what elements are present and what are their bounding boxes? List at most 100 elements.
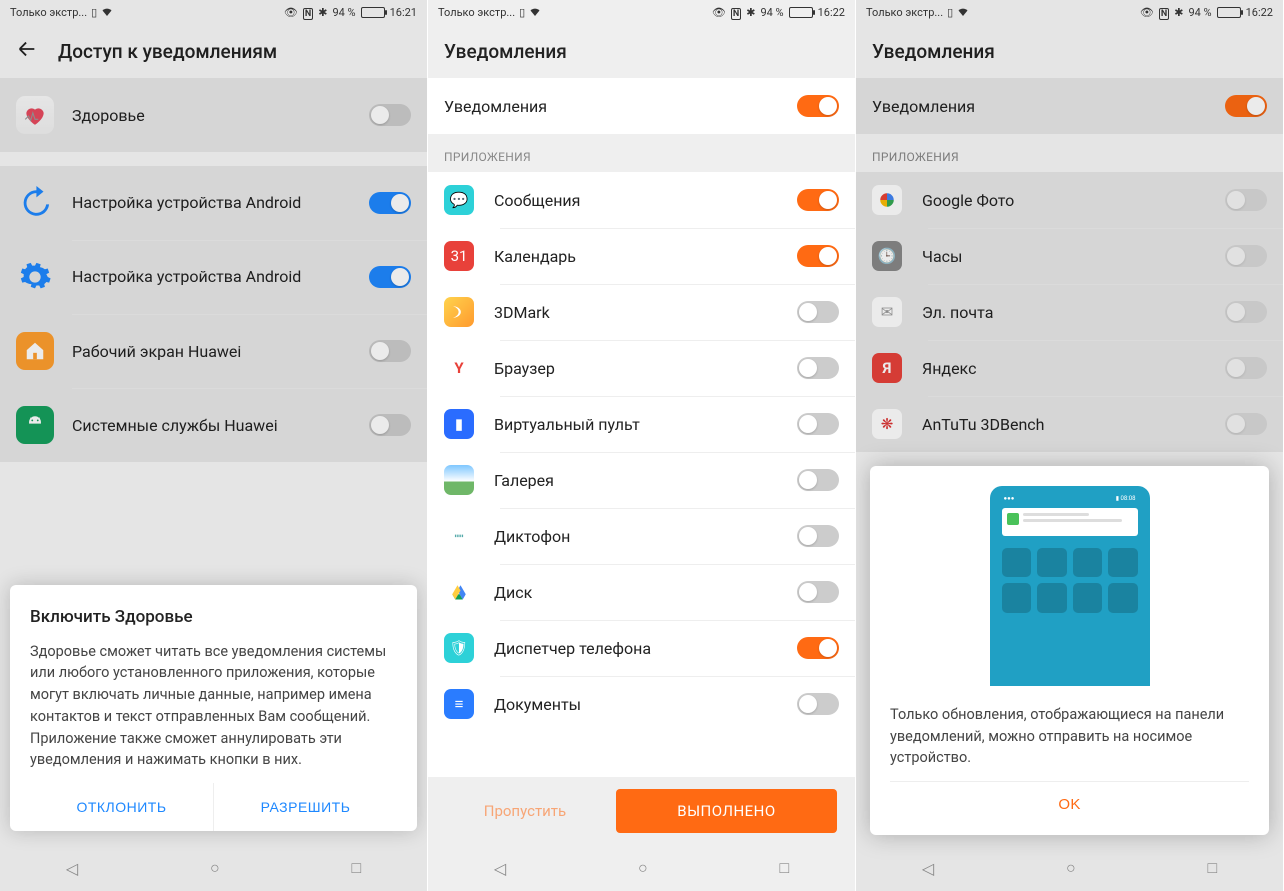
row-label: Рабочий экран Huawei (72, 342, 369, 361)
eye-icon: 👁 (712, 6, 726, 19)
done-button[interactable]: ВЫПОЛНЕНО (616, 789, 837, 833)
recorder-icon: ┉ (444, 521, 474, 551)
toggle[interactable] (369, 266, 411, 288)
app-row[interactable]: ✉Эл. почта (856, 284, 1283, 340)
section-apps: ПРИЛОЖЕНИЯ (856, 134, 1283, 172)
dialog-title: Включить Здоровье (30, 607, 397, 627)
screen-2-notifications: Только экстр... ▯ 👁 N ✱ 94 % 16:22 Уведо… (428, 0, 856, 891)
clock: 16:22 (1246, 6, 1273, 19)
yandex-icon: Я (872, 353, 902, 383)
toggle[interactable] (797, 413, 839, 435)
row-label: Диск (494, 583, 797, 602)
status-bar: Только экстр... ▯ 👁 N ✱ 94 % 16:22 (856, 0, 1283, 24)
app-row[interactable]: 💬Сообщения (428, 172, 855, 228)
app-row[interactable]: Google Фото (856, 172, 1283, 228)
info-dialog: ●●●▮ 08:08 Только обновления, отображающ… (870, 466, 1269, 835)
toggle[interactable] (797, 189, 839, 211)
row-label: Эл. почта (922, 303, 1225, 322)
master-toggle-row[interactable]: Уведомления (856, 78, 1283, 134)
dialog-body: Только обновления, отображающиеся на пан… (890, 704, 1249, 769)
allow-button[interactable]: РАЗРЕШИТЬ (213, 783, 397, 831)
toggle[interactable] (797, 581, 839, 603)
nfc-icon: N (1159, 6, 1169, 19)
drive-icon (444, 577, 474, 607)
carrier-label: Только экстр... (866, 6, 943, 19)
app-row-health[interactable]: Здоровье (0, 78, 427, 152)
app-row[interactable]: Галерея (428, 452, 855, 508)
app-row-android-setup-1[interactable]: Настройка устройства Android (0, 166, 427, 240)
row-label: 3DMark (494, 303, 797, 322)
toggle[interactable] (369, 340, 411, 362)
app-row[interactable]: ≡Документы (428, 676, 855, 732)
eye-icon: 👁 (284, 6, 298, 19)
row-label: Настройка устройства Android (72, 267, 369, 288)
app-row[interactable]: 3DMark (428, 284, 855, 340)
sim-icon: ▯ (519, 6, 525, 19)
app-row[interactable]: Диск (428, 564, 855, 620)
toggle[interactable] (369, 414, 411, 436)
app-row[interactable]: 31Календарь (428, 228, 855, 284)
skip-button[interactable]: Пропустить (446, 802, 604, 820)
back-icon[interactable] (16, 38, 38, 64)
ok-button[interactable]: OK (890, 781, 1249, 827)
toggle[interactable] (1225, 245, 1267, 267)
bt-icon: ✱ (1174, 6, 1183, 19)
app-row[interactable]: ЯЯндекс (856, 340, 1283, 396)
toggle[interactable] (1225, 357, 1267, 379)
home-icon (16, 332, 54, 370)
nav-back-icon[interactable]: ◁ (922, 859, 934, 878)
toggle[interactable] (797, 357, 839, 379)
nfc-icon: N (303, 6, 313, 19)
wifi-icon (957, 6, 969, 19)
toggle[interactable] (369, 192, 411, 214)
wifi-icon (529, 6, 541, 19)
toggle[interactable] (1225, 95, 1267, 117)
restore-icon (16, 184, 54, 222)
toggle[interactable] (797, 693, 839, 715)
google-photos-icon (872, 185, 902, 215)
nav-bar: ◁ ○ □ (428, 845, 855, 891)
nav-bar: ◁ ○ □ (0, 845, 427, 891)
gear-icon (16, 258, 54, 296)
toggle[interactable] (1225, 301, 1267, 323)
toggle[interactable] (797, 95, 839, 117)
app-row[interactable]: ┉Диктофон (428, 508, 855, 564)
nav-back-icon[interactable]: ◁ (494, 859, 506, 878)
app-row-android-setup-2[interactable]: Настройка устройства Android (0, 240, 427, 314)
toggle[interactable] (797, 245, 839, 267)
nav-home-icon[interactable]: ○ (210, 858, 220, 878)
row-label: Настройка устройства Android (72, 193, 369, 214)
row-label: AnTuTu 3DBench (922, 415, 1225, 434)
calendar-icon: 31 (444, 241, 474, 271)
deny-button[interactable]: ОТКЛОНИТЬ (30, 783, 213, 831)
app-row[interactable]: 🛡Диспетчер телефона (428, 620, 855, 676)
nav-recent-icon[interactable]: □ (1207, 858, 1217, 878)
toggle[interactable] (1225, 413, 1267, 435)
app-row[interactable]: ▮Виртуальный пульт (428, 396, 855, 452)
row-label: Браузер (494, 359, 797, 378)
bottom-actions: Пропустить ВЫПОЛНЕНО (428, 777, 855, 845)
toggle[interactable] (1225, 189, 1267, 211)
master-toggle-row[interactable]: Уведомления (428, 78, 855, 134)
nav-back-icon[interactable]: ◁ (66, 859, 78, 878)
app-row-huawei-home[interactable]: Рабочий экран Huawei (0, 314, 427, 388)
dialog-body: Здоровье сможет читать все уведомления с… (30, 641, 397, 772)
wifi-icon (101, 6, 113, 19)
toggle[interactable] (797, 637, 839, 659)
messages-icon: 💬 (444, 185, 474, 215)
battery-pct: 94 % (760, 6, 783, 19)
nav-recent-icon[interactable]: □ (351, 858, 361, 878)
app-row[interactable]: YБраузер (428, 340, 855, 396)
toggle[interactable] (797, 301, 839, 323)
app-row[interactable]: ❋AnTuTu 3DBench (856, 396, 1283, 452)
nav-recent-icon[interactable]: □ (779, 858, 789, 878)
toggle[interactable] (369, 104, 411, 126)
clock-icon: 🕒 (872, 241, 902, 271)
nav-home-icon[interactable]: ○ (638, 858, 648, 878)
app-row-huawei-system[interactable]: Системные службы Huawei (0, 388, 427, 462)
toggle[interactable] (797, 525, 839, 547)
app-row[interactable]: 🕒Часы (856, 228, 1283, 284)
toggle[interactable] (797, 469, 839, 491)
3dmark-icon (444, 297, 474, 327)
nav-home-icon[interactable]: ○ (1066, 858, 1076, 878)
